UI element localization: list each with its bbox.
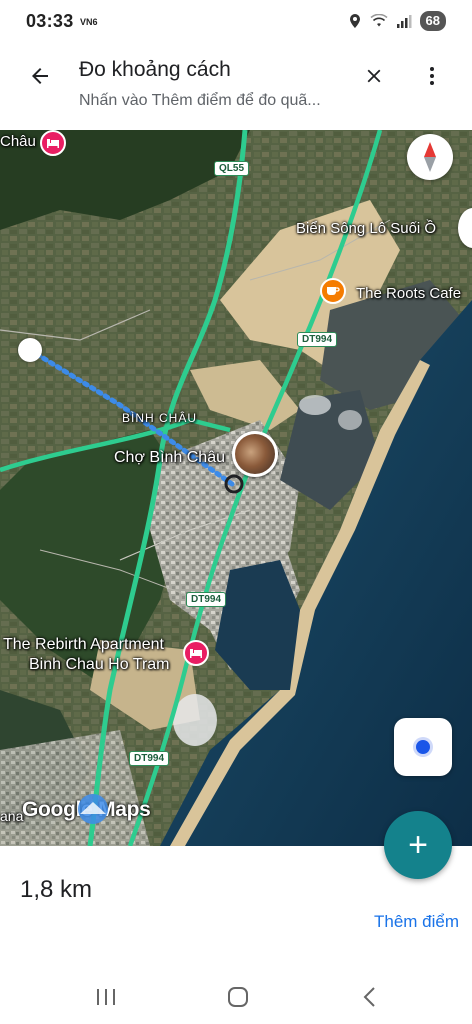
status-icons: 68 [348,10,446,32]
map-label-chau[interactable]: Châu [0,133,36,150]
more-vert-icon [430,67,434,85]
pegman-icon [78,794,108,824]
place-photo-thumbnail [235,434,275,474]
road-shield-dt994-south: DT994 [129,751,170,766]
app-root: 03:33 VN6 68 Đo khoảng cách Nhấn vào Thê… [0,0,472,1024]
signal-icon [396,15,412,28]
back-icon [363,987,375,1007]
map-label-ana[interactable]: ana [0,808,23,824]
wifi-icon [369,14,388,27]
page-subtitle: Nhấn vào Thêm điểm để đo quã... [79,92,321,109]
add-point-fab[interactable]: + [384,811,452,879]
system-nav-bar [0,966,472,1024]
map-label-rebirth-line1[interactable]: The Rebirth Apartment [3,636,164,654]
map-label-roots-cafe[interactable]: The Roots Cafe [356,285,461,302]
map-label-bien-song[interactable]: Biển Sông Lô Suối Ồ [296,220,436,237]
location-icon [349,14,360,28]
road-shield-dt994-north: DT994 [297,332,338,347]
home-icon [228,987,248,1007]
compass-button[interactable] [407,134,453,180]
map-view[interactable]: Châu Biển Sông Lô Suối Ồ The Roots Cafe … [0,130,472,846]
road-shield-ql55: QL55 [214,161,250,176]
status-carrier: VN6 [80,17,98,27]
my-location-button[interactable] [394,718,452,776]
map-label-rebirth-line2[interactable]: Binh Chau Ho Tram [29,656,170,674]
status-bar: 03:33 VN6 68 [0,0,472,42]
more-options-button[interactable] [414,58,450,94]
road-shield-dt994-mid: DT994 [186,592,227,607]
bed-icon [47,139,59,148]
hotel-pin-rebirth[interactable] [183,640,209,666]
recent-apps-button[interactable] [86,982,126,1012]
bed-icon [190,649,202,658]
cafe-pin[interactable] [320,278,346,304]
back-button[interactable] [22,58,58,94]
coffee-cup-icon [327,287,340,295]
compass-needle-icon [424,142,436,172]
hotel-pin[interactable] [40,130,66,156]
recent-apps-icon [97,989,115,1005]
close-icon [367,69,381,83]
add-point-button[interactable]: Thêm điểm [374,912,459,932]
back-arrow-icon [32,68,48,84]
battery-indicator: 68 [419,11,446,31]
map-label-cho-binh-chau[interactable]: Chợ Bình Châu [114,449,225,467]
my-location-icon [416,740,430,754]
place-photo-pin[interactable] [232,431,278,477]
page-title: Đo khoảng cách [79,58,231,81]
status-time: 03:33 [26,11,74,31]
system-back-button[interactable] [350,982,390,1012]
app-bar: Đo khoảng cách Nhấn vào Thêm điểm để đo … [0,42,472,130]
distance-value: 1,8 km [20,876,93,903]
map-label-binh-chau-area: BÌNH CHÂU [122,411,198,425]
measure-start-point[interactable] [18,338,42,362]
home-button[interactable] [218,982,258,1012]
plus-icon: + [408,826,428,864]
close-button[interactable] [356,58,392,94]
